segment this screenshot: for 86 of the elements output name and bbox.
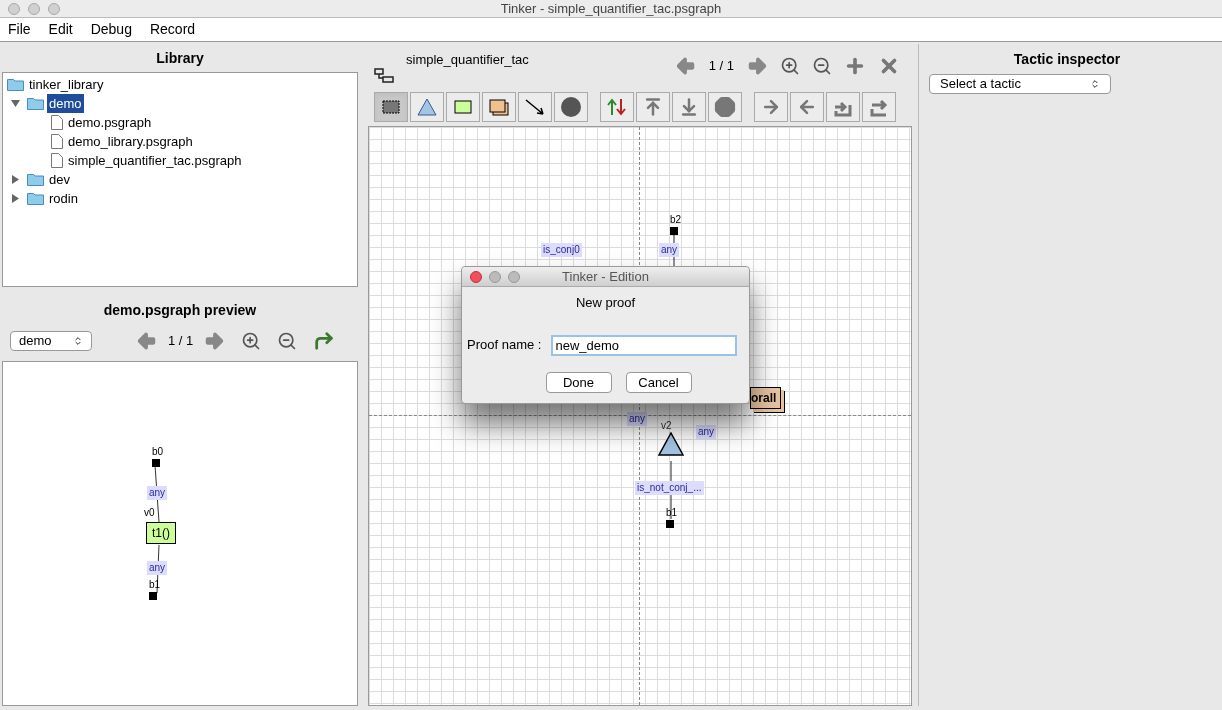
tool-button[interactable] (374, 92, 408, 122)
tree-item[interactable]: dev (47, 169, 72, 190)
folder-icon (27, 192, 44, 205)
boundary-node[interactable] (149, 592, 157, 600)
identity-triangle-node[interactable] (658, 432, 684, 456)
tool-button[interactable] (554, 92, 588, 122)
folder-icon (27, 173, 44, 186)
graph-title: simple_quantifier_tac (406, 51, 529, 69)
file-icon (51, 115, 63, 130)
redo-arrow-icon[interactable] (313, 330, 336, 352)
field-label: Proof name : (467, 336, 542, 355)
dropdown-icon (1090, 79, 1100, 89)
dialog-title: Tinker - Edition (562, 267, 649, 286)
arrow-right-icon (761, 97, 781, 117)
zoom-in-icon[interactable] (241, 331, 262, 351)
zoom-out-icon[interactable] (812, 56, 832, 76)
edge-label: any (147, 561, 168, 575)
dialog-button[interactable]: Done (545, 371, 612, 393)
triangle-icon (417, 98, 437, 116)
window-title: Tinker - simple_quantifier_tac.psgraph (500, 0, 722, 18)
menu-item[interactable]: Record (149, 19, 196, 40)
collapsed-triangle-icon[interactable] (11, 194, 20, 203)
boundary-label: b1 (666, 508, 678, 518)
rectangle-icon (454, 100, 472, 114)
expanded-triangle-icon[interactable] (11, 99, 20, 108)
step-over-icon (869, 97, 889, 117)
edge-label: any (696, 425, 717, 439)
dropdown-icon (73, 336, 83, 346)
edge-label: any (659, 243, 680, 257)
panel-title: Library (155, 48, 205, 68)
tactic-select[interactable]: Select a tactic (929, 74, 1111, 94)
zoom-in-icon[interactable] (780, 56, 800, 76)
dialog-heading: New proof (574, 294, 637, 312)
boundary-node[interactable] (666, 520, 674, 528)
page-indicator: 1 / 1 (168, 332, 194, 351)
edge-label: is_not_conj_... (635, 481, 704, 495)
menu-item[interactable]: File (8, 19, 31, 40)
boundary-node[interactable] (670, 227, 678, 235)
boundary-label: b0 (152, 447, 164, 457)
tactic-node[interactable]: t1() (146, 522, 176, 544)
circle-icon (560, 96, 582, 118)
edge-label: is_conj0 (541, 243, 582, 257)
dashed-rectangle-icon (382, 100, 400, 114)
tool-button[interactable] (518, 92, 552, 122)
up-down-arrows-icon (606, 97, 628, 117)
panel-title: demo.psgraph preview (102, 300, 258, 320)
graph-select[interactable]: demo (10, 331, 92, 351)
tree-item[interactable]: tinker_library (27, 74, 106, 95)
tree-item[interactable]: rodin (47, 188, 80, 209)
edge-label: any (147, 486, 168, 500)
arrow-left-icon (797, 97, 817, 117)
close-window-icon[interactable] (470, 271, 482, 283)
tree-item[interactable]: demo (47, 93, 84, 114)
stop-icon (714, 96, 736, 118)
dialog-button[interactable]: Cancel (625, 371, 692, 393)
vertex-label: v0 (144, 508, 155, 518)
file-icon (51, 134, 63, 149)
next-icon[interactable] (746, 55, 768, 77)
boundary-label: b2 (670, 215, 682, 225)
move-bottom-icon (679, 97, 699, 117)
panel-title: Tactic inspector (1012, 49, 1122, 69)
folder-icon (7, 78, 24, 91)
edge-label: any (627, 412, 648, 426)
add-icon[interactable] (844, 55, 866, 77)
vertex-label: v2 (661, 421, 672, 431)
previous-icon[interactable] (136, 330, 158, 352)
next-icon[interactable] (203, 330, 226, 352)
file-icon (51, 153, 63, 168)
menu-item[interactable]: Debug (90, 19, 132, 40)
previous-icon[interactable] (674, 55, 697, 77)
stacked-rectangles-icon (489, 98, 509, 116)
proof-name-field[interactable]: new_demo (551, 334, 738, 356)
collapsed-triangle-icon[interactable] (11, 175, 20, 184)
window-control-icon[interactable] (508, 271, 520, 283)
zoom-out-icon[interactable] (277, 331, 298, 351)
window-control-icon[interactable] (489, 271, 501, 283)
folder-icon (27, 97, 44, 110)
move-top-icon (643, 97, 663, 117)
menu-item[interactable]: Edit (48, 19, 73, 40)
page-indicator: 1 / 1 (708, 57, 734, 76)
edge-arrow-icon (524, 98, 546, 116)
graph-hierarchy-icon (374, 68, 394, 84)
boundary-node[interactable] (152, 459, 160, 467)
tree-item[interactable]: simple_quantifier_tac.psgraph (66, 150, 244, 171)
tree-item[interactable]: demo.psgraph (66, 112, 154, 133)
tree-item[interactable]: demo_library.psgraph (66, 131, 195, 152)
